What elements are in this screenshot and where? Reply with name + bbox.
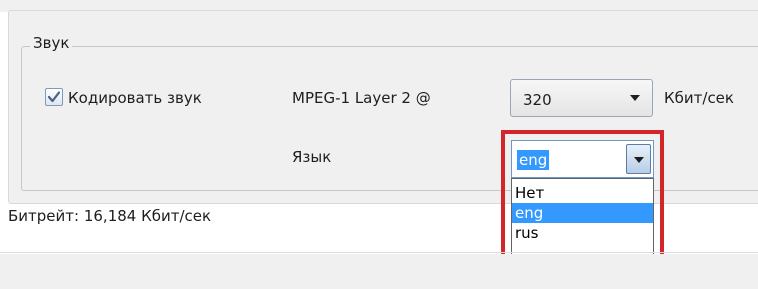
chevron-down-icon: [630, 95, 640, 101]
codec-label: MPEG-1 Layer 2 @: [292, 89, 431, 107]
language-option-rus[interactable]: rus: [512, 223, 653, 243]
language-option-eng[interactable]: eng: [512, 203, 653, 223]
language-select[interactable]: eng: [511, 140, 654, 178]
checkmark-icon: [47, 91, 61, 103]
chevron-down-icon: [634, 157, 644, 163]
language-select-value: eng: [517, 150, 550, 170]
encode-sound-checkbox[interactable]: [45, 88, 63, 106]
sound-group-title: Звук: [30, 34, 73, 52]
encode-sound-label[interactable]: Кодировать звук: [68, 89, 202, 107]
language-option-none[interactable]: Нет: [512, 183, 653, 203]
bitrate-select-value: 320: [523, 91, 552, 109]
bottom-bar: [0, 254, 758, 289]
bitrate-select[interactable]: 320: [510, 79, 653, 117]
language-label: Язык: [292, 148, 332, 166]
language-dropdown-list: Нет eng rus: [511, 178, 654, 262]
bitrate-status-text: Битрейт: 16,184 Кбит/сек: [8, 207, 212, 225]
language-dropdown-button[interactable]: [626, 144, 651, 174]
bitrate-unit-label: Кбит/сек: [664, 89, 734, 107]
divider: [0, 252, 758, 253]
